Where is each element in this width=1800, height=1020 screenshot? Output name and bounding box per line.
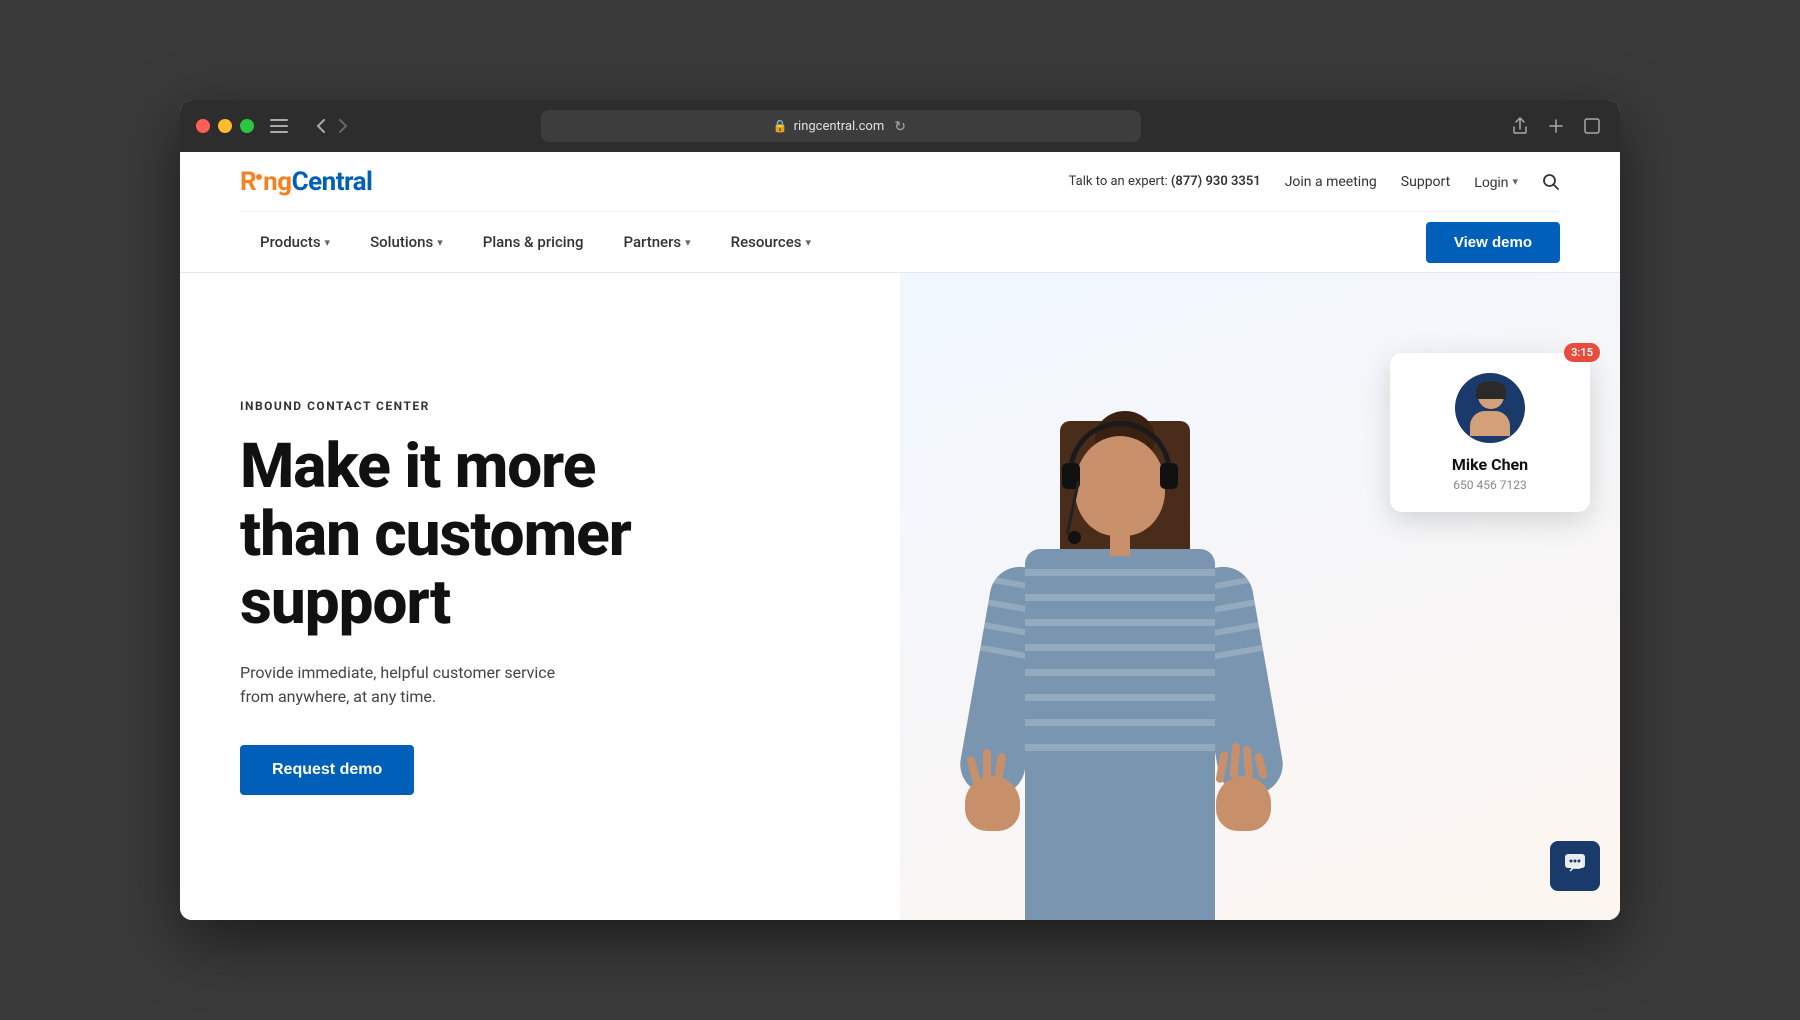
products-chevron-icon: ▾ [325,236,331,249]
site-header: RngCentral Talk to an expert: (877) 930 … [180,152,1620,273]
hero-section: INBOUND CONTACT CENTER Make it more than… [180,273,1620,920]
hero-left: INBOUND CONTACT CENTER Make it more than… [180,273,900,920]
nav-solutions[interactable]: Solutions ▾ [350,212,463,272]
traffic-lights [196,119,254,133]
address-bar[interactable]: 🔒 ringcentral.com ↻ [541,110,1141,142]
nav-plans-pricing[interactable]: Plans & pricing [463,212,604,272]
hero-person-figure [920,401,1320,920]
website-content: RngCentral Talk to an expert: (877) 930 … [180,152,1620,920]
hero-title: Make it more than customer support [240,433,840,638]
maximize-button[interactable] [240,119,254,133]
header-right: Talk to an expert: (877) 930 3351 Join a… [1069,173,1560,191]
caller-phone: 650 456 7123 [1453,478,1526,492]
new-tab-icon[interactable] [1544,114,1568,138]
search-button[interactable] [1542,173,1560,191]
hero-label: INBOUND CONTACT CENTER [240,399,840,413]
url-text: ringcentral.com [794,119,885,134]
talk-expert-text: Talk to an expert: (877) 930 3351 [1069,174,1261,189]
logo-central: Central [292,167,373,197]
caller-name: Mike Chen [1452,455,1528,474]
login-button[interactable]: Login ▾ [1474,174,1518,190]
caller-avatar [1455,373,1525,443]
logo-ring2: ng [263,167,291,197]
minimize-button[interactable] [218,119,232,133]
resources-chevron-icon: ▾ [805,236,811,249]
logo[interactable]: RngCentral [240,167,372,197]
view-demo-button[interactable]: View demo [1426,222,1560,263]
share-icon[interactable] [1508,113,1532,139]
browser-window: 🔒 ringcentral.com ↻ [180,100,1620,920]
login-chevron-icon: ▾ [1512,175,1518,188]
browser-right-icons [1508,113,1604,139]
support-link[interactable]: Support [1401,174,1450,190]
sidebar-toggle-icon[interactable] [266,115,292,137]
hero-background: 3:15 Mike Chen [900,273,1620,920]
hero-subtitle: Provide immediate, helpful customer serv… [240,661,660,709]
chat-icon [1564,853,1586,879]
tabs-icon[interactable] [1580,114,1604,138]
nav-partners[interactable]: Partners ▾ [603,212,710,272]
solutions-chevron-icon: ▾ [437,236,443,249]
call-card: 3:15 Mike Chen [1390,353,1590,512]
close-button[interactable] [196,119,210,133]
header-top: RngCentral Talk to an expert: (877) 930 … [240,152,1560,212]
back-button[interactable] [312,114,330,138]
lock-icon: 🔒 [773,119,788,133]
request-demo-button[interactable]: Request demo [240,745,414,795]
partners-chevron-icon: ▾ [685,236,691,249]
forward-button[interactable] [334,114,352,138]
nav-products[interactable]: Products ▾ [240,212,350,272]
call-timer-badge: 3:15 [1564,343,1600,362]
join-meeting-link[interactable]: Join a meeting [1285,174,1377,190]
browser-chrome: 🔒 ringcentral.com ↻ [180,100,1620,152]
phone-number: (877) 930 3351 [1171,174,1261,189]
hero-right: 3:15 Mike Chen [900,273,1620,920]
chat-fab-button[interactable] [1550,841,1600,891]
header-nav: Products ▾ Solutions ▾ Plans & pricing P… [240,212,1560,272]
logo-ring: R [240,167,256,197]
nav-arrows [312,114,352,138]
reload-button[interactable]: ↻ [890,114,910,139]
nav-resources[interactable]: Resources ▾ [711,212,831,272]
